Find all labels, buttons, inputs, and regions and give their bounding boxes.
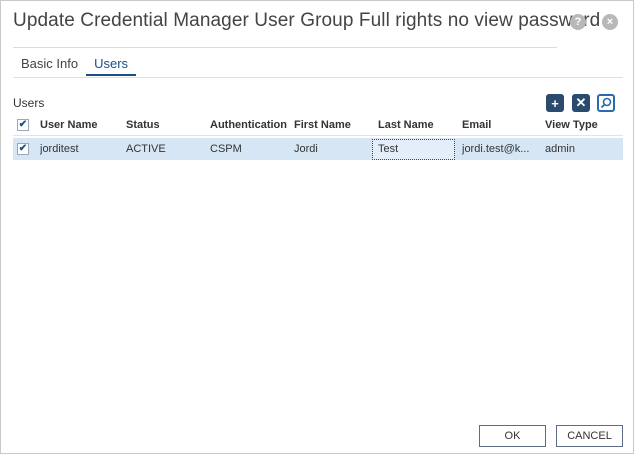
tab-bar: Basic Info Users — [13, 52, 137, 78]
cell-status: ACTIVE — [126, 143, 166, 155]
cell-view-type: admin — [545, 143, 575, 155]
cell-authentication: CSPM — [210, 143, 242, 155]
ok-button[interactable]: OK — [479, 425, 546, 447]
search-user-button[interactable] — [597, 94, 615, 112]
tab-users[interactable]: Users — [86, 52, 137, 76]
select-all-checkbox[interactable]: ✔ — [17, 119, 29, 131]
cancel-button[interactable]: CANCEL — [556, 425, 623, 447]
header-status[interactable]: Status — [126, 114, 202, 136]
header-last-name[interactable]: Last Name — [378, 114, 458, 136]
cell-first-name: Jordi — [294, 143, 318, 155]
dialog-title: Update Credential Manager User Group Ful… — [13, 10, 601, 31]
cell-user-name: jorditest — [40, 143, 79, 155]
header-email[interactable]: Email — [462, 114, 534, 136]
cell-last-name: Test — [378, 143, 399, 155]
delete-icon: ✕ — [575, 95, 587, 110]
update-user-group-dialog: Update Credential Manager User Group Ful… — [0, 0, 634, 454]
header-user-name[interactable]: User Name — [40, 114, 120, 136]
close-icon[interactable]: × — [602, 14, 618, 30]
row-checkbox[interactable]: ✔ — [17, 143, 29, 155]
tab-divider — [13, 77, 623, 78]
add-user-button[interactable]: + — [546, 94, 564, 112]
search-icon — [600, 97, 612, 109]
table-row[interactable]: ✔ jorditest ACTIVE CSPM Jordi Test jordi… — [13, 138, 623, 160]
title-divider — [13, 47, 557, 48]
tab-basic-info[interactable]: Basic Info — [13, 52, 86, 76]
add-icon: + — [551, 95, 559, 111]
header-view-type[interactable]: View Type — [545, 114, 615, 136]
help-icon[interactable]: ? — [570, 14, 586, 30]
users-table: ✔ User Name Status Authentication First … — [13, 114, 623, 160]
header-authentication[interactable]: Authentication — [210, 114, 295, 136]
table-header-row: ✔ User Name Status Authentication First … — [13, 114, 623, 136]
users-section-label: Users — [13, 96, 45, 110]
cell-email: jordi.test@k... — [462, 143, 530, 155]
header-first-name[interactable]: First Name — [294, 114, 374, 136]
remove-user-button[interactable]: ✕ — [572, 94, 590, 112]
